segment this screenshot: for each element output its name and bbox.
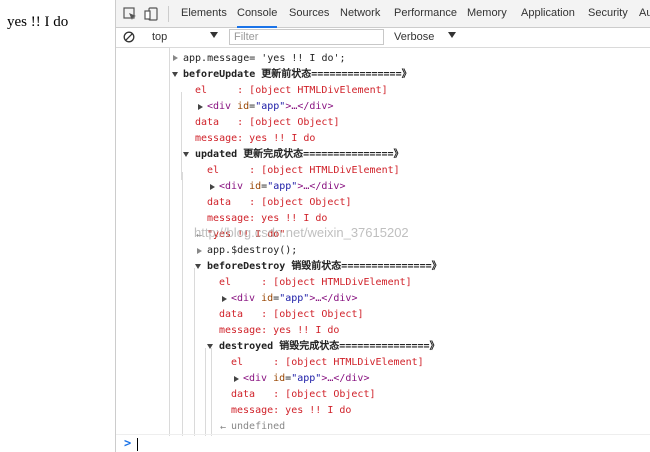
tab-console[interactable]: Console [237,0,278,28]
log-message: message: yes !! I do [219,325,340,336]
tab-performance[interactable]: Performance [394,0,457,27]
group-collapse-icon[interactable] [172,72,178,77]
context-chevron-down-icon[interactable] [210,32,218,38]
inspect-element-icon[interactable] [122,6,138,22]
page-text: yes !! I do [7,14,69,30]
tab-audits[interactable]: Au [639,0,650,27]
log-element-node[interactable]: <div id="app">…</div> [207,99,333,115]
log-element-node[interactable]: <div id="app">…</div> [243,371,369,387]
log-message: message: yes !! I do [231,405,352,416]
group-collapse-icon[interactable] [195,264,201,269]
group-guide [181,92,182,180]
console-prompt[interactable]: > [116,434,650,452]
expand-element-icon[interactable] [198,104,203,110]
group-header-destroyed[interactable]: destroyed 销毁完成状态===============》 [219,339,440,355]
console-filter-bar: top Filter Verbose [116,28,650,48]
expand-element-icon[interactable] [222,296,227,302]
tab-memory[interactable]: Memory [467,0,507,27]
group-header-beforedestroy[interactable]: beforeDestroy 销毁前状态===============》 [207,259,442,275]
tab-application[interactable]: Application [521,0,575,27]
console-input-echo: app.message= 'yes !! I do'; [183,53,346,64]
group-guide [205,348,206,436]
input-prompt-icon [197,248,202,254]
console-output: app.message= 'yes !! I do'; beforeUpdate… [116,48,650,452]
log-data: data : [object Object] [195,117,340,128]
group-guide [169,48,170,436]
console-input-echo: app.$destroy(); [207,245,298,256]
expand-element-icon[interactable] [234,376,239,382]
log-data: data : [object Object] [219,309,364,320]
log-el: el : [object HTMLDivElement] [195,85,388,96]
log-data: data : [object Object] [231,389,376,400]
tab-sources[interactable]: Sources [289,0,329,27]
page-viewport: yes !! I do [0,0,116,452]
devtools-panel: Elements Console Sources Network Perform… [116,0,650,452]
log-level-selector[interactable]: Verbose [394,28,434,47]
expand-element-icon[interactable] [210,184,215,190]
group-header-updated[interactable]: updated 更新完成状态===============》 [195,147,404,163]
log-data: data : [object Object] [207,197,352,208]
log-element-node[interactable]: <div id="app">…</div> [231,291,357,307]
tab-network[interactable]: Network [340,0,380,27]
group-guide [211,348,212,436]
log-el: el : [object HTMLDivElement] [219,277,412,288]
filter-input[interactable]: Filter [229,29,384,45]
devtools-tabbar: Elements Console Sources Network Perform… [116,0,650,28]
tab-security[interactable]: Security [588,0,628,27]
console-result-undefined: undefined [231,421,286,432]
group-header-beforeupdate[interactable]: beforeUpdate 更新前状态===============》 [183,67,412,83]
group-guide [194,268,195,436]
clear-console-icon[interactable] [123,31,135,43]
group-guide [182,172,183,436]
watermark: http://blog.csdn.net/weixin_37615202 [194,225,409,240]
context-selector[interactable]: top [152,28,167,47]
tab-elements[interactable]: Elements [181,0,227,27]
text-cursor [137,438,138,451]
tab-separator [168,6,169,22]
log-el: el : [object HTMLDivElement] [231,357,424,368]
log-message: message: yes !! I do [195,133,316,144]
log-el: el : [object HTMLDivElement] [207,165,400,176]
prompt-chevron-icon: > [124,436,132,450]
device-toolbar-icon[interactable] [144,6,160,22]
log-element-node[interactable]: <div id="app">…</div> [219,179,345,195]
input-prompt-icon [173,55,178,61]
group-collapse-icon[interactable] [183,152,189,157]
log-level-chevron-down-icon[interactable] [448,32,456,38]
group-collapse-icon[interactable] [207,344,213,349]
